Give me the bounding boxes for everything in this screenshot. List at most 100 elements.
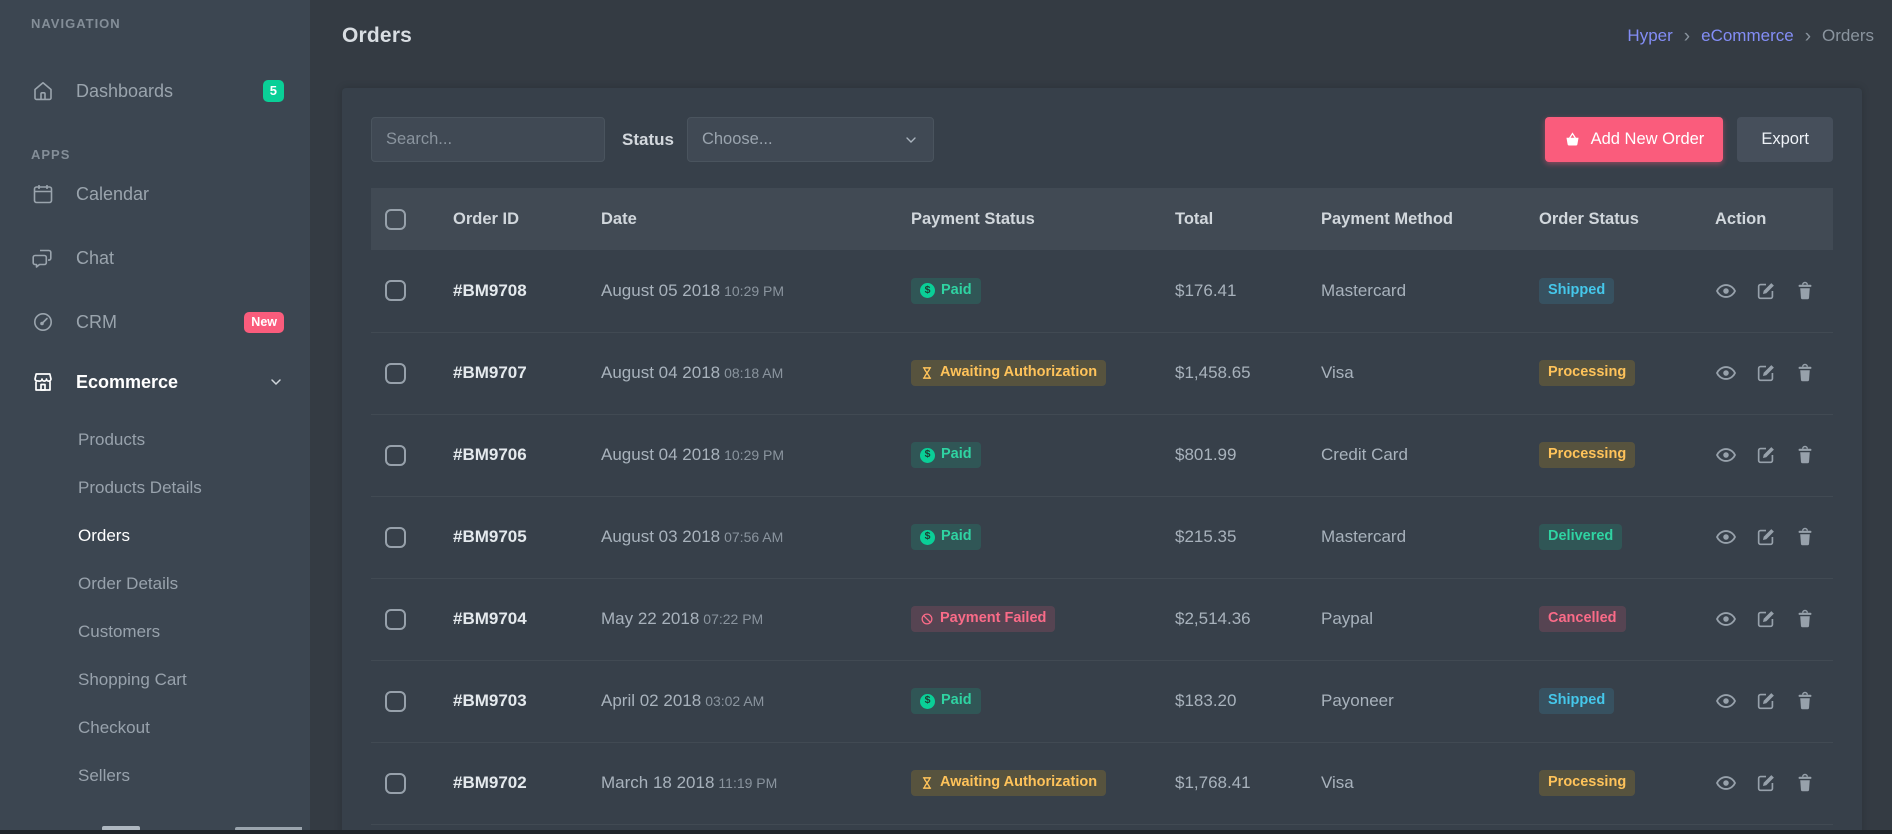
delete-order-button[interactable] <box>1794 444 1816 466</box>
row-checkbox[interactable] <box>385 773 406 794</box>
edit-order-button[interactable] <box>1755 690 1777 712</box>
breadcrumb-separator-icon: › <box>1805 27 1811 46</box>
order-total: $801.99 <box>1163 414 1309 496</box>
edit-order-button[interactable] <box>1755 608 1777 630</box>
row-checkbox[interactable] <box>385 527 406 548</box>
row-checkbox[interactable] <box>385 609 406 630</box>
edit-order-button[interactable] <box>1755 444 1777 466</box>
sidebar-item-ecommerce[interactable]: Ecommerce <box>0 354 310 410</box>
speedometer-icon <box>31 310 55 334</box>
table-row: #BM9703 April 02 201803:02 AM $Paid $183… <box>371 660 1833 742</box>
row-checkbox[interactable] <box>385 445 406 466</box>
sidebar-item-label: Products <box>78 430 145 450</box>
order-date: August 05 2018 <box>601 281 720 300</box>
row-checkbox[interactable] <box>385 280 406 301</box>
delete-order-button[interactable] <box>1794 772 1816 794</box>
table-row: #BM9704 May 22 201807:22 PM Payment Fail… <box>371 578 1833 660</box>
view-order-button[interactable] <box>1715 608 1737 630</box>
order-date: April 02 2018 <box>601 691 701 710</box>
search-input[interactable] <box>371 117 605 162</box>
row-checkbox[interactable] <box>385 363 406 384</box>
sidebar-item-label: CRM <box>76 312 244 333</box>
view-order-button[interactable] <box>1715 444 1737 466</box>
sidebar-item-shopping-cart[interactable]: Shopping Cart <box>0 656 310 704</box>
view-order-button[interactable] <box>1715 362 1737 384</box>
payment-method: Visa <box>1309 742 1527 824</box>
coin-icon: $ <box>920 448 935 463</box>
sidebar-item-customers[interactable]: Customers <box>0 608 310 656</box>
payment-status-badge: $Paid <box>911 442 981 468</box>
order-id-link[interactable]: #BM9708 <box>453 281 527 300</box>
payment-status-badge: $Paid <box>911 524 981 550</box>
sidebar-item-sellers[interactable]: Sellers <box>0 752 310 800</box>
add-new-order-button[interactable]: Add New Order <box>1545 117 1724 162</box>
sidebar-item-orders[interactable]: Orders <box>0 512 310 560</box>
order-time: 07:22 PM <box>703 611 763 627</box>
sidebar-item-chat[interactable]: Chat <box>0 226 310 290</box>
sidebar-item-order-details[interactable]: Order Details <box>0 560 310 608</box>
hourglass-icon <box>920 776 934 790</box>
view-order-button[interactable] <box>1715 526 1737 548</box>
order-status-badge: Processing <box>1539 442 1635 468</box>
payment-status-badge: $Paid <box>911 278 981 304</box>
column-header-order-status[interactable]: Order Status <box>1527 188 1703 250</box>
hourglass-icon <box>920 366 934 380</box>
order-id-link[interactable]: #BM9704 <box>453 609 527 628</box>
sidebar-item-crm[interactable]: CRM New <box>0 290 310 354</box>
chevron-down-icon <box>903 132 919 148</box>
sidebar-item-dashboards[interactable]: Dashboards 5 <box>0 59 310 123</box>
edit-order-button[interactable] <box>1755 526 1777 548</box>
column-header-total[interactable]: Total <box>1163 188 1309 250</box>
edit-order-button[interactable] <box>1755 772 1777 794</box>
payment-status-badge: $Paid <box>911 688 981 714</box>
select-all-checkbox[interactable] <box>385 209 406 230</box>
order-status-badge: Shipped <box>1539 278 1614 304</box>
delete-order-button[interactable] <box>1794 690 1816 712</box>
sidebar-section-navigation: NAVIGATION <box>31 16 310 31</box>
view-order-button[interactable] <box>1715 280 1737 302</box>
payment-status-badge: Payment Failed <box>911 606 1055 632</box>
sidebar-item-products-details[interactable]: Products Details <box>0 464 310 512</box>
order-id-link[interactable]: #BM9707 <box>453 363 527 382</box>
edit-order-button[interactable] <box>1755 362 1777 384</box>
delete-order-button[interactable] <box>1794 280 1816 302</box>
sidebar-item-calendar[interactable]: Calendar <box>0 162 310 226</box>
order-id-link[interactable]: #BM9705 <box>453 527 527 546</box>
view-order-button[interactable] <box>1715 772 1737 794</box>
breadcrumb-section[interactable]: eCommerce <box>1701 26 1794 46</box>
order-date: August 04 2018 <box>601 363 720 382</box>
storefront-icon <box>31 370 55 394</box>
column-header-order-id[interactable]: Order ID <box>441 188 589 250</box>
delete-order-button[interactable] <box>1794 362 1816 384</box>
coin-icon: $ <box>920 530 935 545</box>
table-toolbar: Status Choose... Add New Order Export <box>371 117 1833 162</box>
column-header-payment-status[interactable]: Payment Status <box>899 188 1163 250</box>
status-filter-select[interactable]: Choose... <box>687 117 934 162</box>
order-time: 08:18 AM <box>724 365 783 381</box>
coin-icon: $ <box>920 694 935 709</box>
add-new-order-label: Add New Order <box>1591 130 1705 149</box>
export-button[interactable]: Export <box>1737 117 1833 162</box>
order-id-link[interactable]: #BM9706 <box>453 445 527 464</box>
order-id-link[interactable]: #BM9702 <box>453 773 527 792</box>
status-filter-value: Choose... <box>702 130 773 149</box>
delete-order-button[interactable] <box>1794 608 1816 630</box>
order-status-badge: Shipped <box>1539 688 1614 714</box>
breadcrumb-separator-icon: › <box>1684 27 1690 46</box>
order-total: $215.35 <box>1163 496 1309 578</box>
table-row: #BM9707 August 04 201808:18 AM Awaiting … <box>371 332 1833 414</box>
calendar-icon <box>31 182 55 206</box>
order-id-link[interactable]: #BM9703 <box>453 691 527 710</box>
delete-order-button[interactable] <box>1794 526 1816 548</box>
sidebar-item-products[interactable]: Products <box>0 416 310 464</box>
sidebar-item-label: Sellers <box>78 766 130 786</box>
edit-order-button[interactable] <box>1755 280 1777 302</box>
column-header-date[interactable]: Date <box>589 188 899 250</box>
sidebar-item-checkout[interactable]: Checkout <box>0 704 310 752</box>
column-header-payment-method[interactable]: Payment Method <box>1309 188 1527 250</box>
screen-bottom-edge <box>0 830 1892 834</box>
view-order-button[interactable] <box>1715 690 1737 712</box>
breadcrumb-home[interactable]: Hyper <box>1627 26 1672 46</box>
order-status-badge: Processing <box>1539 770 1635 796</box>
row-checkbox[interactable] <box>385 691 406 712</box>
